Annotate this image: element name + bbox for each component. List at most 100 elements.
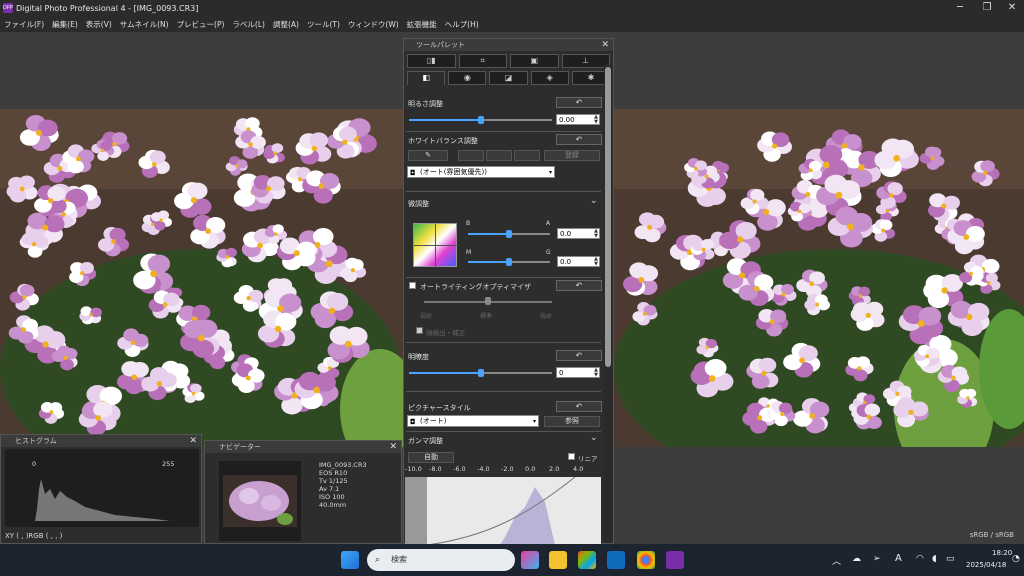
gamma-tick-label: -8.0: [429, 465, 442, 473]
battery-icon[interactable]: ▭: [946, 554, 955, 564]
chevron-up-icon[interactable]: ︿: [832, 554, 841, 567]
clock-time[interactable]: 18:20: [992, 549, 1012, 557]
alo-label: オートライティングオプティマイザ: [420, 283, 532, 291]
search-icon: ⌕: [375, 555, 381, 565]
ba-slider-knob[interactable]: [506, 230, 512, 238]
color-space-status: sRGB / sRGB: [969, 531, 1014, 539]
navigator-close-icon[interactable]: ✕: [389, 441, 397, 453]
notification-icon[interactable]: ◔: [1012, 554, 1020, 564]
clarity-value: 0: [559, 369, 564, 377]
ba-slider-fill: [468, 233, 509, 235]
location-icon[interactable]: ➢: [873, 554, 881, 564]
taskbar-search[interactable]: ⌕ 検索: [367, 549, 515, 571]
color-wheel-grid[interactable]: [413, 223, 458, 268]
copilot-icon[interactable]: [521, 551, 539, 569]
collapse-chevron-icon[interactable]: ⌄: [590, 196, 598, 206]
menu-item[interactable]: サムネイル(N): [116, 19, 173, 30]
wb-preset-2-button: [486, 150, 512, 161]
navigator-info-line: Tv 1/125: [319, 477, 348, 485]
cloud-icon[interactable]: ☁: [852, 554, 861, 564]
wb-preset-3-button: [514, 150, 540, 161]
alo-reset-button[interactable]: ↶: [556, 280, 602, 291]
menu-item[interactable]: ヘルプ(H): [441, 19, 483, 30]
file-explorer-icon[interactable]: [549, 551, 567, 569]
start-icon[interactable]: [341, 551, 359, 569]
picture-style-reset-button[interactable]: ↶: [556, 401, 602, 412]
white-balance-dropdown[interactable]: ◘ (オート(雰囲気優先)) ▾: [407, 166, 555, 178]
brightness-slider-fill: [409, 119, 481, 121]
picture-style-value: (オート): [420, 417, 447, 425]
gamma-linear-checkbox[interactable]: [568, 453, 575, 460]
collapse-chevron-icon[interactable]: ⌄: [590, 433, 598, 443]
wifi-icon[interactable]: ◠: [916, 554, 924, 564]
brightness-input[interactable]: 0.00 ▲ ▼: [556, 114, 600, 125]
white-balance-reset-button[interactable]: ↶: [556, 134, 602, 145]
eyedropper-button[interactable]: ✎: [408, 150, 448, 161]
menu-item[interactable]: ラベル(L): [228, 19, 269, 30]
image-preview-right[interactable]: [614, 109, 1024, 447]
white-balance-label: ホワイトバランス調整: [408, 137, 478, 145]
histogram-close-icon[interactable]: ✕: [189, 435, 197, 447]
clock-date[interactable]: 2025/04/18: [966, 561, 1006, 569]
menu-item[interactable]: 表示(V): [82, 19, 116, 30]
gamma-auto-button[interactable]: 自動: [408, 452, 454, 463]
divider: [406, 431, 601, 432]
mail-icon[interactable]: [607, 551, 625, 569]
face-detect-checkbox[interactable]: [416, 327, 423, 334]
alo-checkbox[interactable]: [409, 282, 416, 289]
menu-item[interactable]: ファイル(F): [0, 19, 48, 30]
camera-icon: ◘: [410, 418, 416, 426]
chrome-icon[interactable]: [637, 551, 655, 569]
scrollbar-thumb[interactable]: [605, 67, 611, 367]
menu-item[interactable]: ツール(T): [303, 19, 344, 30]
picture-style-dropdown[interactable]: ◘ (オート) ▾: [407, 415, 539, 427]
wb-preset-1-button: [458, 150, 484, 161]
gamma-tick-labels: -10.0 -8.0 -6.0 -4.0 -2.0 0.0 2.0 4.0: [404, 465, 604, 475]
gamma-linear-label: リニア: [578, 455, 598, 463]
mg-slider-knob[interactable]: [506, 258, 512, 266]
alo-slider-knob[interactable]: [485, 297, 491, 305]
store-icon[interactable]: [578, 551, 596, 569]
close-button[interactable]: ✕: [997, 0, 1024, 16]
volume-icon[interactable]: ◖: [932, 554, 937, 564]
gamma-tick-label: -2.0: [501, 465, 514, 473]
fine-tune-a-label: A: [546, 220, 551, 227]
menu-item[interactable]: プレビュー(P): [173, 19, 229, 30]
gamma-tick-label: 0.0: [525, 465, 536, 473]
clarity-slider-fill: [409, 372, 481, 374]
brightness-reset-button[interactable]: ↶: [556, 97, 602, 108]
image-preview-left[interactable]: [0, 109, 404, 447]
mg-input[interactable]: 0.0 ▲ ▼: [557, 256, 600, 267]
flower-shape: [34, 185, 67, 217]
clarity-input[interactable]: 0 ▲ ▼: [556, 367, 600, 378]
minimize-button[interactable]: ─: [945, 0, 975, 16]
picture-style-browse-button[interactable]: 参照: [544, 416, 600, 427]
chevron-down-icon: ▾: [532, 418, 536, 425]
menu-item[interactable]: ウィンドウ(W): [344, 19, 403, 30]
alo-level-low: 弱め: [420, 313, 433, 320]
brightness-slider-knob[interactable]: [477, 116, 484, 124]
gamma-graph[interactable]: [405, 477, 601, 545]
alo-level-standard: 標準: [480, 313, 493, 320]
histogram-plot: [35, 479, 170, 521]
navigator-thumbnail-frame[interactable]: [219, 461, 301, 541]
divider: [406, 342, 601, 343]
navigator-info-line: ISO 100: [319, 493, 345, 501]
menu-item[interactable]: 拡張機能: [403, 19, 441, 30]
menu-item[interactable]: 編集(E): [48, 19, 82, 30]
face-detect-label: 顔検出・補正: [426, 329, 465, 337]
dpp-icon[interactable]: [666, 551, 684, 569]
taskbar: ⌕ 検索 ︿ ☁ ➢ A ◠ ◖ ▭ 18:20 2025/04/18 ◔: [0, 544, 1024, 576]
palette-scrollbar[interactable]: [604, 65, 612, 543]
ime-indicator[interactable]: A: [895, 553, 902, 564]
clarity-reset-button[interactable]: ↶: [556, 350, 602, 361]
histogram-title: ヒストグラム ✕: [1, 435, 201, 447]
ba-input[interactable]: 0.0 ▲ ▼: [557, 228, 600, 239]
brightness-value: 0.00: [559, 116, 575, 124]
menu-item[interactable]: 調整(A): [269, 19, 303, 30]
brightness-label: 明るさ調整: [408, 100, 443, 108]
fine-tune-g-label: G: [546, 249, 551, 256]
clarity-slider-knob[interactable]: [477, 369, 484, 377]
gamma-tick-label: 2.0: [549, 465, 560, 473]
fine-tune-label: 微調整: [408, 200, 429, 208]
